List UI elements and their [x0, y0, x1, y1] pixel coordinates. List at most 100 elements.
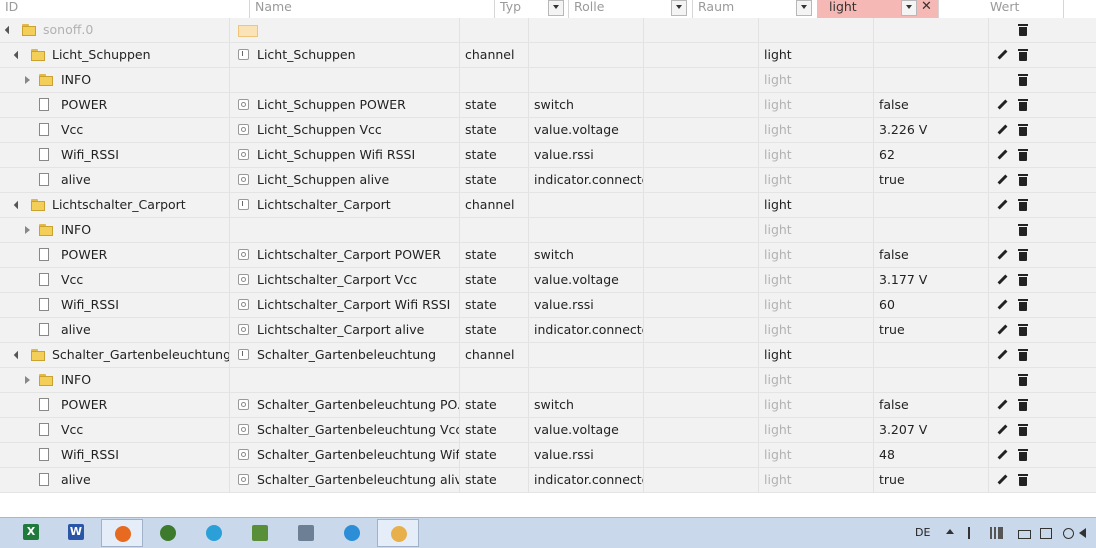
delete-icon[interactable]	[1016, 373, 1031, 387]
object-value[interactable]: 3.226 V	[874, 118, 989, 142]
object-value[interactable]	[874, 193, 989, 217]
edit-icon[interactable]	[995, 423, 1010, 437]
taskbar-network-manager[interactable]	[239, 519, 281, 547]
edit-icon[interactable]	[995, 398, 1010, 412]
object-value[interactable]: true	[874, 318, 989, 342]
object-value[interactable]	[874, 218, 989, 242]
dropbox-icon[interactable]	[1063, 528, 1074, 539]
tree-row-root[interactable]: sonoff.0	[0, 18, 1096, 43]
clear-filter-icon[interactable]: ✕	[921, 0, 932, 14]
edit-icon[interactable]	[995, 473, 1010, 487]
delete-icon[interactable]	[1016, 448, 1031, 462]
collapse-icon[interactable]	[4, 18, 14, 42]
expand-icon[interactable]	[23, 218, 33, 242]
object-value[interactable]: 3.207 V	[874, 418, 989, 442]
tree-row-channel[interactable]: Licht_Schuppen Licht_Schuppen channel li…	[0, 43, 1096, 68]
tree-row-state[interactable]: POWER Licht_Schuppen POWER state switch …	[0, 93, 1096, 118]
tree-row-channel[interactable]: Lichtschalter_Carport Lichtschalter_Carp…	[0, 193, 1096, 218]
object-value[interactable]: true	[874, 168, 989, 192]
collapse-icon[interactable]	[13, 193, 23, 217]
taskbar-word[interactable]: W	[55, 519, 97, 547]
edit-icon[interactable]	[995, 298, 1010, 312]
edit-icon[interactable]	[995, 48, 1010, 62]
delete-icon[interactable]	[1016, 423, 1031, 437]
delete-icon[interactable]	[1016, 473, 1031, 487]
tree-row-state[interactable]: Wifi_RSSI Lichtschalter_Carport Wifi RSS…	[0, 293, 1096, 318]
object-value[interactable]: 62	[874, 143, 989, 167]
battery-icon[interactable]	[1018, 530, 1031, 539]
tree-row-info[interactable]: INFO light	[0, 218, 1096, 243]
edit-icon[interactable]	[995, 323, 1010, 337]
object-value[interactable]: false	[874, 243, 989, 267]
taskbar-globe[interactable]	[147, 519, 189, 547]
edit-icon[interactable]	[995, 173, 1010, 187]
room-filter-active-dropdown[interactable]	[901, 0, 917, 16]
edit-icon[interactable]	[995, 98, 1010, 112]
id-filter-input[interactable]: ID	[0, 0, 250, 18]
object-value[interactable]	[874, 43, 989, 67]
edit-icon[interactable]	[995, 348, 1010, 362]
tree-row-state[interactable]: Vcc Schalter_Gartenbeleuchtung Vcc state…	[0, 418, 1096, 443]
delete-icon[interactable]	[1016, 298, 1031, 312]
object-value[interactable]: 60	[874, 293, 989, 317]
delete-icon[interactable]	[1016, 48, 1031, 62]
signal-icon[interactable]	[990, 527, 1003, 539]
tree-row-state[interactable]: alive Licht_Schuppen alive state indicat…	[0, 168, 1096, 193]
tree-row-state[interactable]: POWER Schalter_Gartenbeleuchtung PO... s…	[0, 393, 1096, 418]
delete-icon[interactable]	[1016, 348, 1031, 362]
delete-icon[interactable]	[1016, 248, 1031, 262]
delete-icon[interactable]	[1016, 398, 1031, 412]
object-value[interactable]: 3.177 V	[874, 268, 989, 292]
taskbar-firefox[interactable]	[101, 519, 143, 547]
tree-row-state[interactable]: POWER Lichtschalter_Carport POWER state …	[0, 243, 1096, 268]
object-value[interactable]	[874, 368, 989, 392]
object-value[interactable]	[874, 68, 989, 92]
collapse-icon[interactable]	[13, 343, 23, 367]
object-value[interactable]: 48	[874, 443, 989, 467]
edit-icon[interactable]	[995, 123, 1010, 137]
delete-icon[interactable]	[1016, 223, 1031, 237]
type-filter-dropdown[interactable]	[548, 0, 564, 16]
edit-icon[interactable]	[995, 273, 1010, 287]
tree-row-state[interactable]: Wifi_RSSI Schalter_Gartenbeleuchtung Wif…	[0, 443, 1096, 468]
room-filter-dropdown[interactable]	[796, 0, 812, 16]
edit-icon[interactable]	[995, 148, 1010, 162]
action-center-flag-icon[interactable]	[968, 527, 983, 539]
tree-row-state[interactable]: alive Lichtschalter_Carport alive state …	[0, 318, 1096, 343]
collapse-icon[interactable]	[13, 43, 23, 67]
delete-icon[interactable]	[1016, 198, 1031, 212]
delete-icon[interactable]	[1016, 323, 1031, 337]
show-hidden-icons-icon[interactable]	[946, 529, 954, 534]
edit-icon[interactable]	[995, 198, 1010, 212]
object-value[interactable]: false	[874, 93, 989, 117]
delete-icon[interactable]	[1016, 73, 1031, 87]
delete-icon[interactable]	[1016, 23, 1031, 37]
tree-row-state[interactable]: alive Schalter_Gartenbeleuchtung alive s…	[0, 468, 1096, 493]
taskbar-remote-desktop[interactable]	[285, 519, 327, 547]
taskbar-paint[interactable]	[377, 519, 419, 547]
role-filter-dropdown[interactable]	[671, 0, 687, 16]
object-value[interactable]: true	[874, 468, 989, 492]
tree-row-state[interactable]: Vcc Lichtschalter_Carport Vcc state valu…	[0, 268, 1096, 293]
delete-icon[interactable]	[1016, 273, 1031, 287]
name-filter-input[interactable]: Name	[250, 0, 495, 18]
language-indicator[interactable]: DE	[915, 518, 930, 548]
tree-row-channel[interactable]: Schalter_Gartenbeleuchtung Schalter_Gart…	[0, 343, 1096, 368]
edit-icon[interactable]	[995, 248, 1010, 262]
tree-row-state[interactable]: Vcc Licht_Schuppen Vcc state value.volta…	[0, 118, 1096, 143]
delete-icon[interactable]	[1016, 148, 1031, 162]
volume-icon[interactable]	[1079, 528, 1086, 538]
delete-icon[interactable]	[1016, 123, 1031, 137]
delete-icon[interactable]	[1016, 173, 1031, 187]
object-value[interactable]: false	[874, 393, 989, 417]
taskbar-internet-explorer[interactable]	[331, 519, 373, 547]
expand-icon[interactable]	[23, 68, 33, 92]
taskbar-wifi-app[interactable]	[193, 519, 235, 547]
delete-icon[interactable]	[1016, 98, 1031, 112]
object-value[interactable]	[874, 343, 989, 367]
tree-row-info[interactable]: INFO light	[0, 368, 1096, 393]
tree-row-info[interactable]: INFO light	[0, 68, 1096, 93]
tree-row-state[interactable]: Wifi_RSSI Licht_Schuppen Wifi RSSI state…	[0, 143, 1096, 168]
network-icon[interactable]	[1040, 528, 1052, 539]
expand-icon[interactable]	[23, 368, 33, 392]
